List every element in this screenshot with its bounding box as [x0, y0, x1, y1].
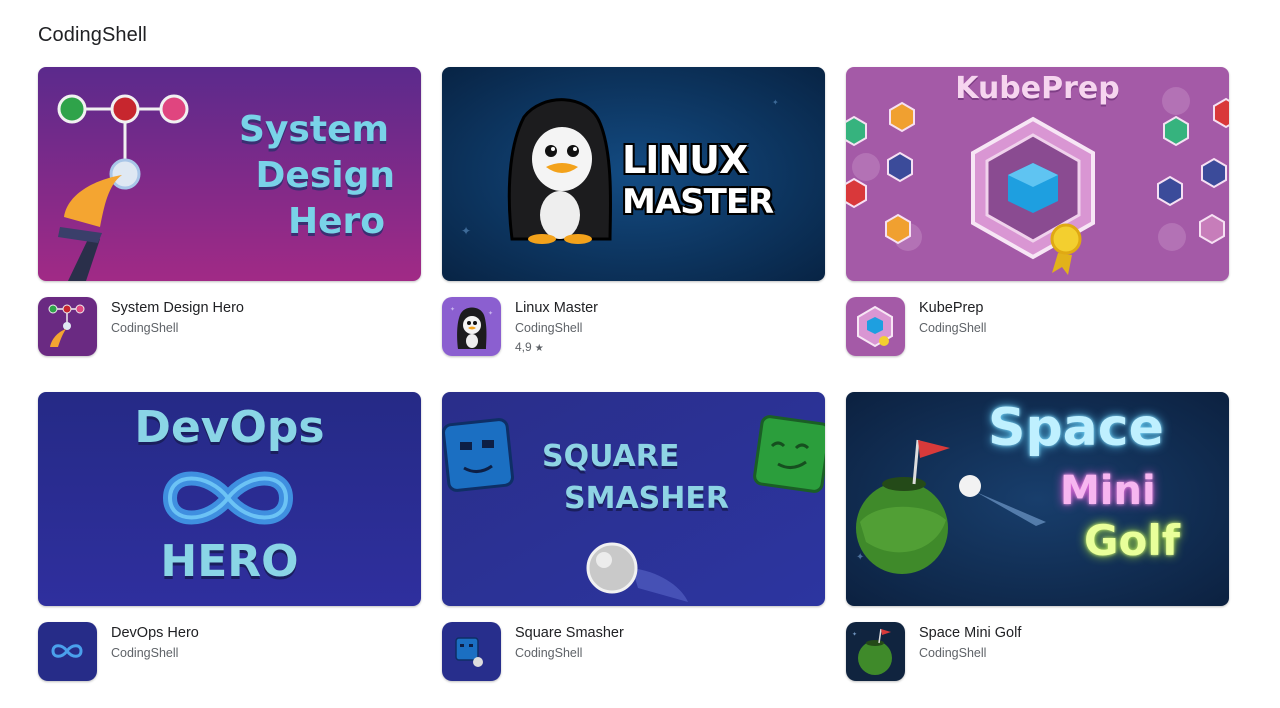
- app-meta-linux-master[interactable]: ✦ ✦ Linux Master CodingShell 4,9 ★: [442, 297, 825, 357]
- banner-space-mini-golf[interactable]: ✦ Space Mini Golf: [846, 392, 1229, 606]
- svg-text:✦: ✦: [856, 552, 864, 563]
- banner-title-line1: LINUX: [622, 138, 748, 182]
- svg-text:✦: ✦: [461, 224, 471, 238]
- banner-title-line2: Design: [255, 155, 395, 196]
- banner-square-smasher[interactable]: SQUARE SMASHER: [442, 392, 825, 606]
- app-developer: CodingShell: [919, 321, 987, 335]
- app-card-linux-master[interactable]: ✦ ✦ LINUX MASTER ✦ ✦ Linux Master Coding…: [442, 67, 825, 356]
- banner-title-line1: System: [239, 109, 389, 150]
- app-name: DevOps Hero: [111, 625, 199, 641]
- svg-text:✦: ✦: [450, 306, 455, 313]
- app-rating: 4,9 ★: [515, 340, 544, 354]
- svg-text:✦: ✦: [852, 631, 857, 638]
- banner-title-line3: Golf: [1084, 516, 1180, 565]
- app-icon-devops-hero[interactable]: [38, 622, 97, 681]
- app-icon-linux-master[interactable]: ✦ ✦: [442, 297, 501, 356]
- developer-title: CodingShell: [38, 24, 147, 46]
- banner-title-line1: DevOps: [134, 402, 325, 453]
- banner-title-line3: Hero: [287, 201, 385, 242]
- app-name: Linux Master: [515, 300, 599, 316]
- app-meta-system-design-hero[interactable]: System Design Hero CodingShell: [38, 297, 421, 357]
- app-developer: CodingShell: [111, 646, 179, 660]
- app-meta-space-mini-golf[interactable]: ✦ Space Mini Golf CodingShell: [846, 622, 1229, 682]
- svg-text:✦: ✦: [488, 310, 493, 317]
- app-icon-space-mini-golf[interactable]: ✦: [846, 622, 905, 681]
- app-meta-kubeprep[interactable]: KubePrep CodingShell: [846, 297, 1229, 357]
- app-developer: CodingShell: [515, 646, 583, 660]
- app-icon-square-smasher[interactable]: [442, 622, 501, 681]
- app-icon-kubeprep[interactable]: [846, 297, 905, 356]
- app-developer: CodingShell: [919, 646, 987, 660]
- app-card-space-mini-golf[interactable]: ✦ Space Mini Golf ✦ Space Mini Golf Codi…: [846, 392, 1229, 681]
- banner-title-line1: Space: [988, 398, 1164, 458]
- app-name: Square Smasher: [515, 625, 624, 641]
- banner-title-line2: HERO: [160, 536, 299, 587]
- app-card-devops-hero[interactable]: DevOps HERO DevOps Hero CodingShell: [38, 392, 421, 681]
- banner-title-line2: MASTER: [622, 182, 774, 222]
- app-developer: CodingShell: [111, 321, 179, 335]
- svg-text:✦: ✦: [772, 98, 779, 107]
- banner-system-design-hero[interactable]: System Design Hero: [38, 67, 421, 281]
- banner-linux-master[interactable]: ✦ ✦ LINUX MASTER: [442, 67, 825, 281]
- app-name: KubePrep: [919, 300, 984, 316]
- banner-title: KubePrep: [955, 71, 1120, 106]
- app-card-system-design-hero[interactable]: System Design Hero System Design Hero Co…: [38, 67, 421, 356]
- app-card-square-smasher[interactable]: SQUARE SMASHER Square Smasher CodingShel…: [442, 392, 825, 681]
- app-meta-square-smasher[interactable]: Square Smasher CodingShell: [442, 622, 825, 682]
- banner-kubeprep[interactable]: KubePrep: [846, 67, 1229, 281]
- app-name: Space Mini Golf: [919, 625, 1022, 641]
- banner-title-line1: SQUARE: [542, 439, 680, 474]
- app-card-kubeprep[interactable]: KubePrep KubePrep CodingShell: [846, 67, 1229, 356]
- app-meta-devops-hero[interactable]: DevOps Hero CodingShell: [38, 622, 421, 682]
- app-name: System Design Hero: [111, 300, 244, 316]
- banner-title-line2: SMASHER: [564, 481, 729, 516]
- banner-title-line2: Mini: [1060, 468, 1156, 514]
- app-developer: CodingShell: [515, 321, 583, 335]
- banner-devops-hero[interactable]: DevOps HERO: [38, 392, 421, 606]
- app-icon-system-design-hero[interactable]: [38, 297, 97, 356]
- star-icon: ★: [534, 343, 544, 354]
- rating-value: 4,9: [515, 340, 532, 354]
